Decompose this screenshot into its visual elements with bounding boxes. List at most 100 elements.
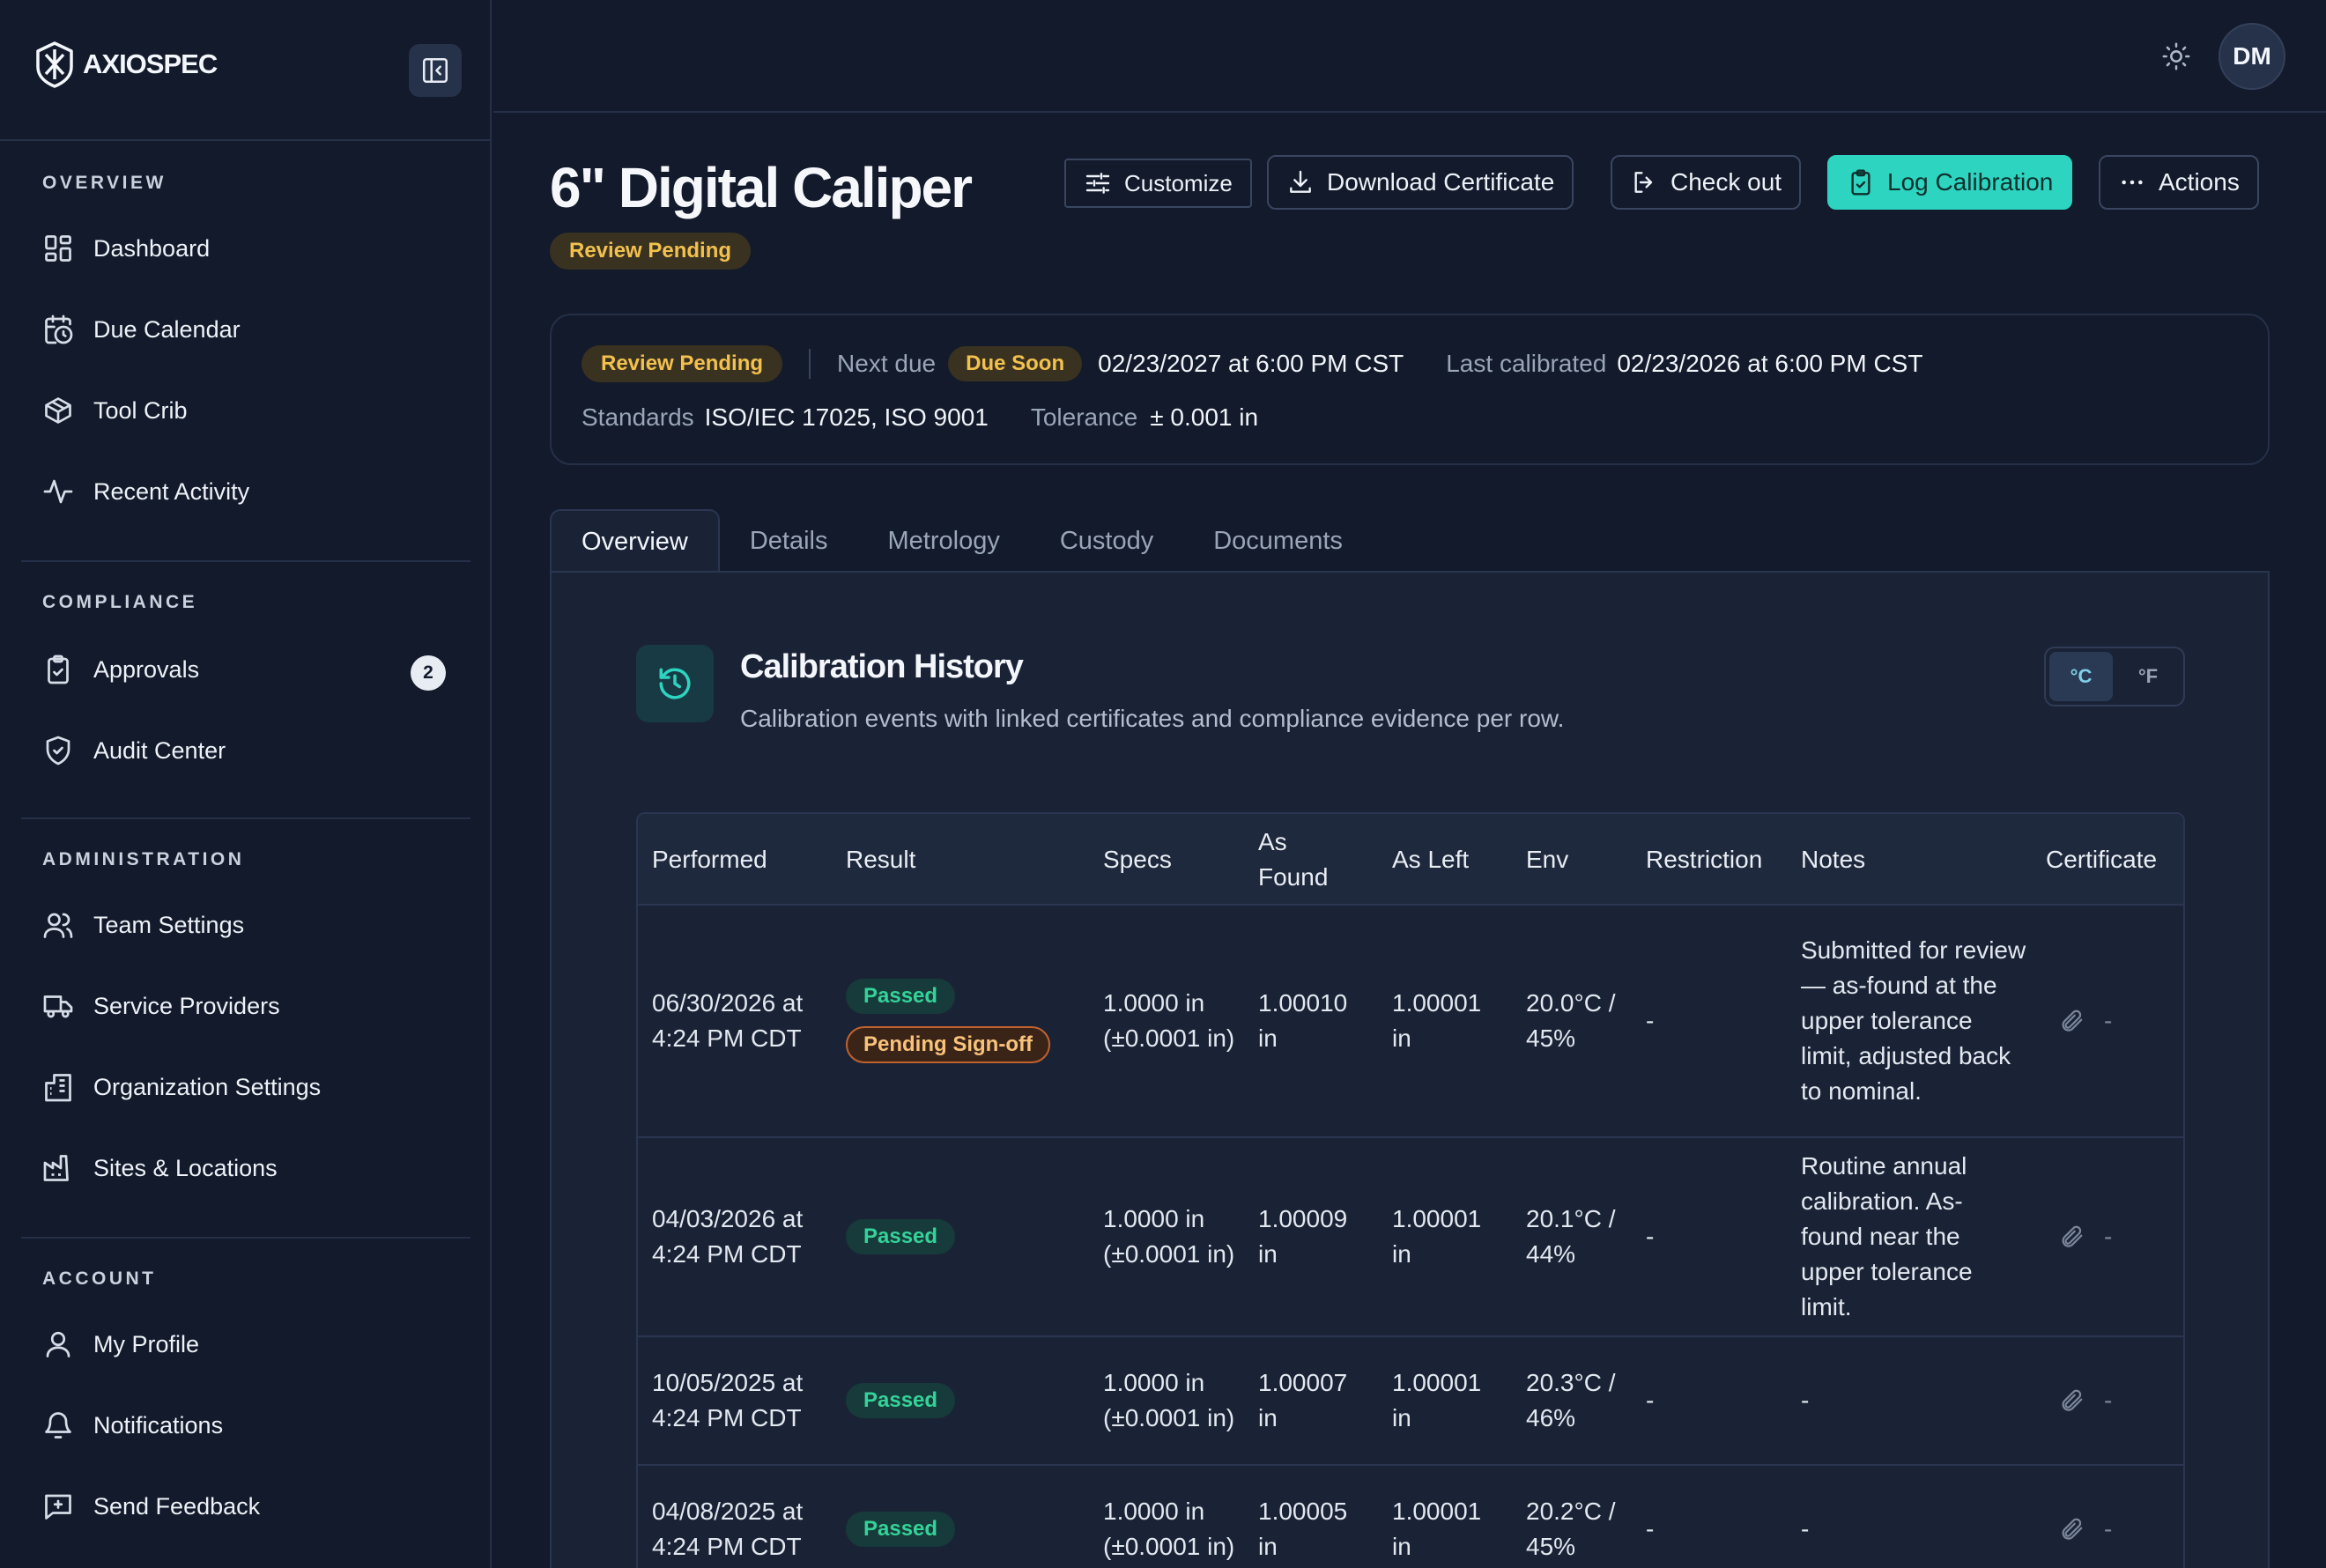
sidebar-item-dashboard[interactable]: Dashboard — [23, 217, 469, 280]
certificate-value: - — [2104, 1515, 2113, 1542]
actions-menu-button[interactable]: Actions — [2099, 155, 2259, 210]
table-header: Performed Result Specs As Found As Left … — [638, 814, 2183, 906]
sidebar-item-recent-activity[interactable]: Recent Activity — [23, 460, 469, 523]
col-env[interactable]: Env — [1526, 814, 1568, 906]
feedback-icon — [45, 1494, 71, 1520]
col-performed[interactable]: Performed — [652, 814, 767, 906]
tab-custody[interactable]: Custody — [1030, 509, 1183, 573]
sidebar-item-notifications[interactable]: Notifications — [23, 1394, 469, 1457]
sidebar-item-team-settings[interactable]: Team Settings — [23, 893, 469, 957]
box-icon — [45, 397, 71, 424]
certificate-value: - — [2104, 1223, 2113, 1250]
sidebar-item-organization-settings[interactable]: Organization Settings — [23, 1055, 469, 1119]
result-badge: Passed — [846, 1219, 956, 1254]
section-label-compliance: COMPLIANCE — [42, 592, 198, 612]
tab-details[interactable]: Details — [720, 509, 858, 573]
tab-overview[interactable]: Overview — [550, 509, 720, 573]
cell-result: Passed Pending Sign-off — [846, 906, 1050, 1136]
sidebar-item-label: Dashboard — [93, 234, 211, 262]
sidebar-item-label: Send Feedback — [93, 1492, 261, 1520]
cell-certificate: - — [2058, 1337, 2112, 1464]
temperature-unit-toggle: °C °F — [2044, 647, 2185, 706]
summary-card: Review Pending Next due Due Soon 02/23/2… — [550, 314, 2270, 465]
tab-metrology[interactable]: Metrology — [858, 509, 1030, 573]
sidebar-item-send-feedback[interactable]: Send Feedback — [23, 1475, 469, 1538]
cell-as-left: 1.00001 in — [1392, 1369, 1482, 1431]
col-as-left[interactable]: As Left — [1392, 814, 1469, 906]
cell-env: 20.3°C / 46% — [1526, 1369, 1616, 1431]
sidebar-item-service-providers[interactable]: Service Providers — [23, 974, 469, 1038]
section-label-overview: OVERVIEW — [42, 173, 167, 193]
summary-status-badge: Review Pending — [582, 345, 783, 382]
axiospec-logo-icon — [36, 41, 73, 88]
collapse-sidebar-button[interactable] — [409, 44, 462, 97]
download-certificate-button[interactable]: Download Certificate — [1267, 155, 1574, 210]
paperclip-icon[interactable] — [2058, 1516, 2085, 1542]
brand-name: AXIOSPEC — [83, 48, 218, 79]
download-certificate-label: Download Certificate — [1327, 168, 1555, 196]
sidebar-item-approvals[interactable]: Approvals 2 — [23, 638, 469, 701]
status-badge: Review Pending — [550, 233, 752, 270]
cell-certificate: - — [2058, 1138, 2112, 1335]
cell-restriction: - — [1646, 1223, 1655, 1250]
sliders-icon — [1085, 173, 1110, 194]
cell-as-found: 1.00007 in — [1258, 1369, 1348, 1431]
col-notes[interactable]: Notes — [1801, 814, 1865, 906]
cell-notes: - — [1801, 1387, 1810, 1414]
user-avatar[interactable]: DM — [2219, 23, 2285, 90]
calibration-history-subtitle: Calibration events with linked certifica… — [740, 705, 1565, 732]
cell-performed: 04/08/2025 at 4:24 PM CDT — [652, 1498, 804, 1560]
bell-icon — [45, 1412, 71, 1439]
users-icon — [43, 913, 73, 938]
customize-label: Customize — [1124, 169, 1233, 196]
section-label-administration: ADMINISTRATION — [42, 849, 245, 869]
sidebar-header: AXIOSPEC — [0, 0, 490, 141]
cell-as-found: 1.00005 in — [1258, 1498, 1348, 1560]
unit-fahrenheit-option[interactable]: °F — [2116, 652, 2180, 701]
sidebar-item-label: Recent Activity — [93, 477, 250, 505]
sidebar: AXIOSPEC OVERVIEW Dashboard Due Calendar… — [0, 0, 492, 1568]
cell-specs: 1.0000 in (±0.0001 in) — [1103, 1205, 1235, 1268]
col-restriction[interactable]: Restriction — [1646, 814, 1762, 906]
unit-celsius-option[interactable]: °C — [2049, 652, 2113, 701]
sidebar-item-audit-center[interactable]: Audit Center — [23, 719, 469, 782]
due-soon-badge: Due Soon — [948, 346, 1083, 381]
cell-env: 20.1°C / 44% — [1526, 1205, 1616, 1268]
next-due-value: 02/23/2027 at 6:00 PM CST — [1098, 350, 1404, 377]
col-result[interactable]: Result — [846, 814, 915, 906]
pending-signoff-badge: Pending Sign-off — [846, 1026, 1050, 1063]
panel-collapse-icon — [422, 57, 448, 84]
cell-certificate: - — [2058, 906, 2112, 1136]
sidebar-item-label: Notifications — [93, 1411, 224, 1439]
tolerance-label: Tolerance — [1030, 403, 1138, 431]
sidebar-item-due-calendar[interactable]: Due Calendar — [23, 298, 469, 361]
calibration-history-table: Performed Result Specs As Found As Left … — [636, 812, 2185, 1568]
sidebar-item-label: Approvals — [93, 655, 200, 683]
standards-label: Standards — [582, 403, 694, 431]
cell-specs: 1.0000 in (±0.0001 in) — [1103, 989, 1235, 1052]
table-row: 10/05/2025 at 4:24 PM CDT Passed 1.0000 … — [638, 1337, 2183, 1466]
theme-toggle-button[interactable] — [2155, 35, 2197, 78]
paperclip-icon[interactable] — [2058, 1224, 2085, 1250]
paperclip-icon[interactable] — [2058, 1008, 2085, 1034]
col-certificate[interactable]: Certificate — [2046, 814, 2157, 906]
check-out-button[interactable]: Check out — [1611, 155, 1802, 210]
tolerance-value: ± 0.001 in — [1150, 403, 1259, 431]
cell-env: 20.2°C / 45% — [1526, 1498, 1616, 1560]
cell-result: Passed — [846, 1337, 956, 1464]
sidebar-item-label: My Profile — [93, 1330, 200, 1357]
log-calibration-button[interactable]: Log Calibration — [1827, 155, 2073, 210]
col-as-found[interactable]: As Found — [1258, 814, 1337, 906]
customize-button[interactable]: Customize — [1064, 159, 1252, 208]
brand-logo[interactable]: AXIOSPEC — [33, 41, 218, 88]
sidebar-item-sites-locations[interactable]: Sites & Locations — [23, 1136, 469, 1200]
col-specs[interactable]: Specs — [1103, 814, 1172, 906]
tab-documents[interactable]: Documents — [1183, 509, 1373, 573]
top-bar: DM — [493, 0, 2326, 113]
sidebar-item-tool-crib[interactable]: Tool Crib — [23, 379, 469, 442]
sidebar-item-my-profile[interactable]: My Profile — [23, 1313, 469, 1376]
log-out-icon — [1634, 172, 1653, 193]
shield-check-icon — [46, 736, 70, 766]
cell-result: Passed — [846, 1138, 956, 1335]
paperclip-icon[interactable] — [2058, 1387, 2085, 1414]
